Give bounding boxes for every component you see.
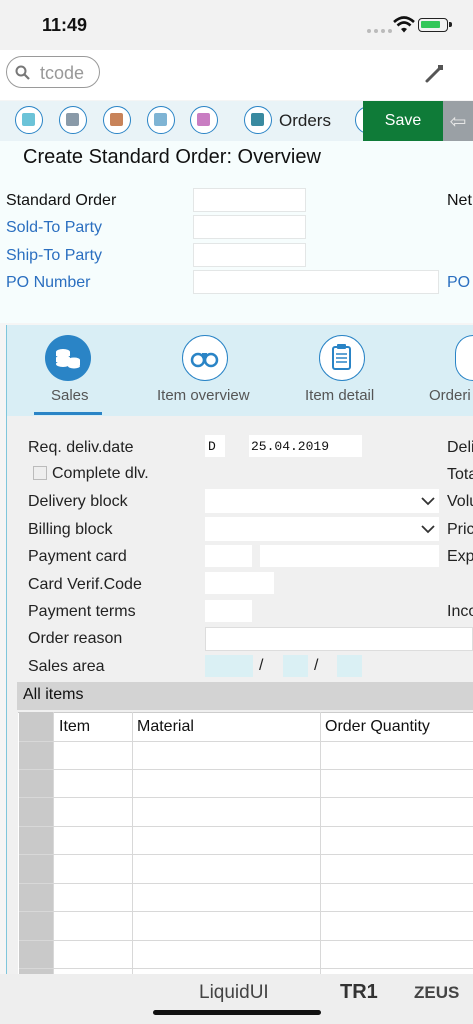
all-items-bar [17,682,473,710]
po-number-field[interactable] [193,270,439,294]
sales-area-label: Sales area [28,658,105,675]
payment-card-number-field[interactable] [260,545,439,567]
tab-ordering-label[interactable]: Orderi [429,387,471,404]
billing-block-dropdown[interactable] [205,517,439,541]
back-arrow-icon: ⇦ [449,110,467,133]
header-divider [19,741,473,742]
pricing-label-partial: Pric [447,521,473,538]
column-divider [320,712,321,974]
req-deliv-date-field[interactable]: 25.04.2019 [249,435,362,457]
coins-icon [56,349,80,369]
all-items-title: All items [23,686,84,703]
chevron-down-icon [421,497,435,506]
card-verif-code-field[interactable] [205,572,274,594]
page-title: Create Standard Order: Overview [23,146,321,168]
delivery-date-label-partial: Deli [447,439,473,456]
back-button[interactable]: ⇦ [443,101,473,141]
row-divider [19,883,473,884]
partner-icon[interactable] [103,106,131,134]
app-name: LiquidUI [199,982,269,1003]
battery-icon [418,18,452,32]
po-date-link[interactable]: PO [447,274,470,292]
conditions-icon[interactable] [190,106,218,134]
items-table [18,712,473,975]
home-indicator[interactable] [153,1010,321,1015]
column-header-order-quantity[interactable]: Order Quantity [325,718,430,736]
sales-org-field [205,655,253,677]
row-divider [19,826,473,827]
row-divider [19,854,473,855]
column-header-item[interactable]: Item [59,718,90,736]
distribution-channel-field [283,655,308,677]
status-time: 11:49 [42,15,88,35]
payment-terms-label: Payment terms [28,603,136,620]
payment-card-label: Payment card [28,548,127,565]
order-reason-label: Order reason [28,630,123,647]
row-selector-column[interactable] [19,712,53,974]
row-divider [19,911,473,912]
sales-area-separator: / [314,657,319,674]
sales-area-separator: / [259,657,264,674]
tab-sales[interactable] [45,335,91,381]
document-list-icon[interactable] [59,106,87,134]
save-button[interactable]: Save [363,101,443,141]
row-divider [19,769,473,770]
complete-dlv-checkbox[interactable] [33,466,47,480]
copy-document-icon[interactable] [147,106,175,134]
sold-to-party-field[interactable] [193,215,306,239]
po-number-link[interactable]: PO Number [6,274,90,292]
volume-label-partial: Volu [447,493,473,510]
order-reason-dropdown[interactable] [205,627,473,651]
tcode-placeholder: tcode [40,63,85,83]
ship-to-party-link[interactable]: Ship-To Party [6,247,102,265]
clipboard-icon [332,344,351,370]
req-deliv-date-label: Req. deliv.date [28,439,134,456]
binoculars-icon [190,352,219,368]
cellular-signal-icon [367,29,392,33]
card-verif-code-label: Card Verif.Code [28,576,142,593]
column-header-material[interactable]: Material [137,718,194,736]
payment-terms-field[interactable] [205,600,252,622]
total-label-partial: Tota [447,466,473,483]
tab-item-detail-label[interactable]: Item detail [305,387,374,404]
orders-icon[interactable] [244,106,272,134]
row-divider [19,940,473,941]
column-divider [132,712,133,974]
req-deliv-date-type-field[interactable]: D [205,435,225,457]
tab-item-overview[interactable] [182,335,228,381]
payment-card-type-field[interactable] [205,545,252,567]
incoterms-label-partial: Inco [447,603,473,620]
active-tab-indicator [34,412,102,415]
billing-block-label: Billing block [28,521,113,538]
row-divider [19,797,473,798]
expiry-label-partial: Exp [447,548,473,565]
division-field [337,655,362,677]
server-name: ZEUS [414,983,460,1002]
net-value-label: Net [447,192,472,209]
tab-item-detail[interactable] [319,335,365,381]
sold-to-party-link[interactable]: Sold-To Party [6,219,102,237]
wrench-icon[interactable] [424,62,446,84]
chevron-down-icon [421,525,435,534]
standard-order-label: Standard Order [6,192,117,209]
delivery-block-dropdown[interactable] [205,489,439,513]
display-document-icon[interactable] [15,106,43,134]
column-divider [53,712,54,974]
delivery-block-label: Delivery block [28,493,128,510]
row-divider [19,968,473,969]
wifi-icon [393,16,415,33]
ship-to-party-field[interactable] [193,243,306,267]
orders-label[interactable]: Orders [279,111,331,131]
search-icon [15,65,30,80]
tab-sales-label[interactable]: Sales [51,387,89,404]
tab-item-overview-label[interactable]: Item overview [157,387,250,404]
system-id: TR1 [340,981,378,1003]
complete-dlv-label: Complete dlv. [52,465,149,482]
standard-order-field[interactable] [193,188,306,212]
